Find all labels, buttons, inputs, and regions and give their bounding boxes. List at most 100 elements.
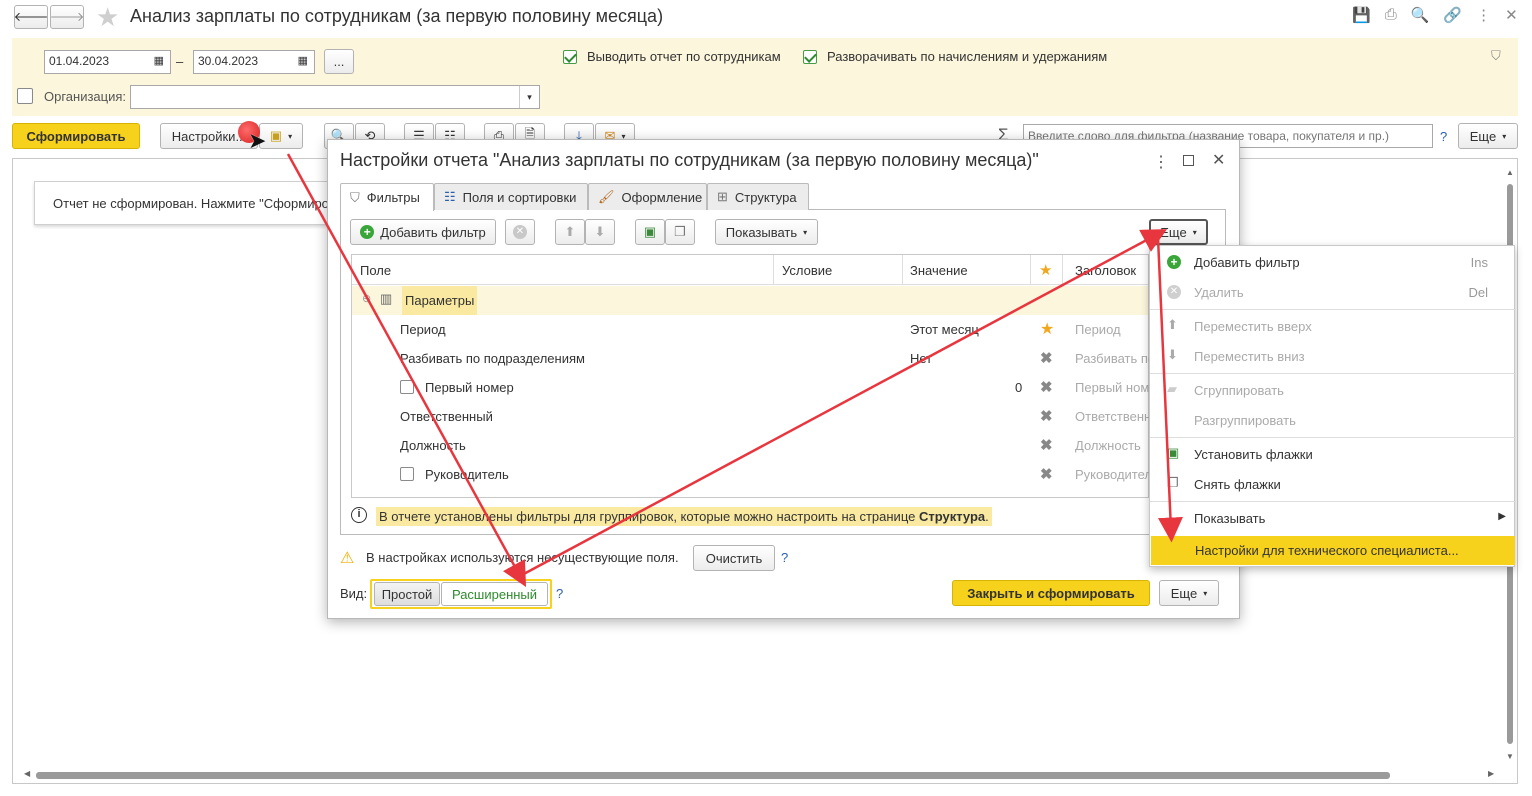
menu-technical-settings[interactable]: Настройки для технического специалиста..… [1151, 536, 1515, 565]
tab-appearance[interactable]: 🖌 Оформление [588, 183, 707, 210]
scroll-thumb[interactable] [36, 772, 1390, 779]
menu-add-filter[interactable]: + Добавить фильтр Ins [1150, 247, 1516, 277]
menu-group[interactable]: ▰ Сгруппировать [1150, 375, 1516, 405]
check-all-button[interactable]: ▣ [635, 219, 665, 245]
cross-icon[interactable]: ✖ [1040, 465, 1053, 483]
filter-funnel-icon[interactable]: ⛉ [1491, 48, 1501, 64]
cross-icon[interactable]: ✖ [1040, 436, 1053, 454]
print-icon[interactable]: ⎙ [1385, 6, 1397, 24]
group-label: Параметры [402, 286, 478, 315]
search-help-link[interactable]: ? [1440, 129, 1447, 144]
preview-icon[interactable]: 🔍 [1411, 6, 1430, 24]
checkbox-icon [17, 88, 33, 104]
menu-uncheck-all[interactable]: ❐ Снять флажки [1150, 469, 1516, 499]
back-button[interactable]: 🡐 [14, 5, 48, 29]
table-row[interactable]: Ответственный ✖ Ответственн [352, 402, 1151, 431]
menu-separator [1150, 309, 1516, 310]
close-and-form-button[interactable]: Закрыть и сформировать [952, 580, 1150, 606]
horizontal-scrollbar[interactable]: ◀ ▶ [14, 769, 1502, 781]
cross-icon[interactable]: ✖ [1040, 349, 1053, 367]
tab-filters[interactable]: ⛉ Фильтры [340, 183, 434, 211]
date-to-field[interactable]: 30.04.2023 ▦ [193, 50, 315, 74]
collapse-icon[interactable]: ⊖ [362, 292, 371, 305]
star-icon[interactable]: ★ [1040, 319, 1054, 339]
check-all-icon: ▣ [643, 224, 657, 239]
dialog-maximize-icon[interactable] [1183, 155, 1194, 166]
show-dropdown-button[interactable]: Показывать ▾ [715, 219, 818, 245]
delete-button[interactable]: ✕ [505, 219, 535, 245]
column-title[interactable]: Заголовок [1075, 263, 1136, 278]
dialog-menu-icon[interactable]: ⋮ [1153, 152, 1169, 172]
scroll-right-icon[interactable]: ▶ [1488, 769, 1494, 778]
more-vertical-icon[interactable]: ⋮ [1476, 6, 1491, 24]
org-checkbox[interactable] [17, 88, 33, 107]
title-actions: 💾 ⎙ 🔍 🔗 ⋮ ✕ [1352, 6, 1518, 24]
main-more-button[interactable]: Еще ▾ [1458, 123, 1518, 149]
view-simple-button[interactable]: Простой [374, 582, 440, 606]
menu-move-down[interactable]: ⬇ Переместить вниз [1150, 341, 1516, 371]
table-row[interactable]: Руководитель ✖ Руководител [352, 460, 1152, 489]
chevron-down-icon: ▾ [1203, 588, 1208, 598]
menu-check-all[interactable]: ▣ Установить флажки [1150, 439, 1516, 469]
forward-button[interactable]: 🡒 [50, 5, 84, 29]
form-report-button[interactable]: Сформировать [12, 123, 140, 149]
calendar-icon[interactable]: ▦ [298, 54, 308, 67]
dialog-more-button[interactable]: Еще ▾ [1149, 219, 1208, 245]
menu-delete[interactable]: ✕ Удалить Del [1150, 277, 1516, 307]
checkbox-icon[interactable] [400, 380, 414, 394]
view-help-link[interactable]: ? [556, 586, 563, 601]
dropdown-arrow-icon[interactable]: ▾ [519, 86, 539, 108]
group-row[interactable]: ⊖ ▥ Параметры [352, 286, 1148, 315]
cross-icon[interactable]: ✖ [1040, 407, 1053, 425]
chevron-down-icon: ▾ [1192, 227, 1197, 237]
checkbox-icon[interactable] [400, 467, 414, 481]
dialog-title: Настройки отчета "Анализ зарплаты по сот… [340, 150, 1039, 170]
calendar-icon[interactable]: ▦ [154, 54, 164, 67]
menu-move-up[interactable]: ⬆ Переместить вверх [1150, 311, 1516, 341]
menu-show[interactable]: Показывать ▶ [1150, 503, 1516, 533]
column-value[interactable]: Значение [910, 263, 968, 278]
favorite-star-icon[interactable]: ★ [96, 2, 119, 33]
uncheck-all-button[interactable]: ❐ [665, 219, 695, 245]
move-down-button[interactable]: ⬇ [585, 219, 615, 245]
scroll-up-icon[interactable]: ▲ [1506, 168, 1514, 177]
link-icon[interactable]: 🔗 [1443, 6, 1462, 24]
table-row[interactable]: Первый номер 0 ✖ Первый ном [352, 373, 1149, 402]
move-up-button[interactable]: ⬆ [555, 219, 585, 245]
menu-separator [1150, 501, 1516, 502]
org-field[interactable]: ▾ [130, 85, 540, 109]
period-select-button[interactable]: ... [324, 49, 354, 74]
save-icon[interactable]: 💾 [1352, 6, 1371, 24]
column-divider [1030, 255, 1031, 285]
warning-help-link[interactable]: ? [781, 550, 788, 565]
column-field[interactable]: Поле [360, 263, 391, 278]
clear-button[interactable]: Очистить [693, 545, 775, 571]
structure-link[interactable]: Структура [919, 509, 985, 524]
expand-checkbox[interactable]: Разворачивать по начислениям и удержания… [803, 49, 1107, 64]
show-by-employees-checkbox[interactable]: Выводить отчет по сотрудникам [563, 49, 781, 64]
table-header: Поле Условие Значение ★ Заголовок [352, 255, 1148, 285]
view-extended-button[interactable]: Расширенный [441, 582, 548, 606]
add-filter-button[interactable]: + Добавить фильтр [350, 219, 496, 245]
tab-fields-sorting[interactable]: ☷ Поля и сортировки [434, 183, 588, 210]
table-row[interactable]: Должность ✖ Должность [352, 431, 1148, 460]
date-from-field[interactable]: 01.04.2023 ▦ [44, 50, 171, 74]
column-divider [1062, 255, 1063, 285]
cross-icon[interactable]: ✖ [1040, 378, 1053, 396]
close-icon[interactable]: ✕ [1505, 6, 1518, 24]
scroll-down-icon[interactable]: ▼ [1506, 752, 1514, 761]
dialog-close-icon[interactable]: ✕ [1212, 150, 1225, 170]
info-icon: i [351, 507, 367, 523]
table-row[interactable]: Разбивать по подразделениям Нет ✖ Разбивать… [352, 344, 1155, 373]
tab-structure[interactable]: ⊞ Структура [707, 183, 809, 210]
chevron-right-icon: ▶ [1498, 511, 1506, 522]
menu-ungroup[interactable]: Разгруппировать [1150, 405, 1516, 435]
column-condition[interactable]: Условие [782, 263, 832, 278]
bottom-more-button[interactable]: Еще ▾ [1159, 580, 1219, 606]
folder-icon: ▣ [269, 128, 283, 143]
scroll-left-icon[interactable]: ◀ [24, 769, 30, 778]
column-divider [902, 255, 903, 285]
column-star-icon[interactable]: ★ [1039, 261, 1052, 279]
arrow-down-icon: ⬇ [594, 224, 606, 239]
table-row[interactable]: Период Этот месяц ★ Период [352, 315, 1148, 344]
